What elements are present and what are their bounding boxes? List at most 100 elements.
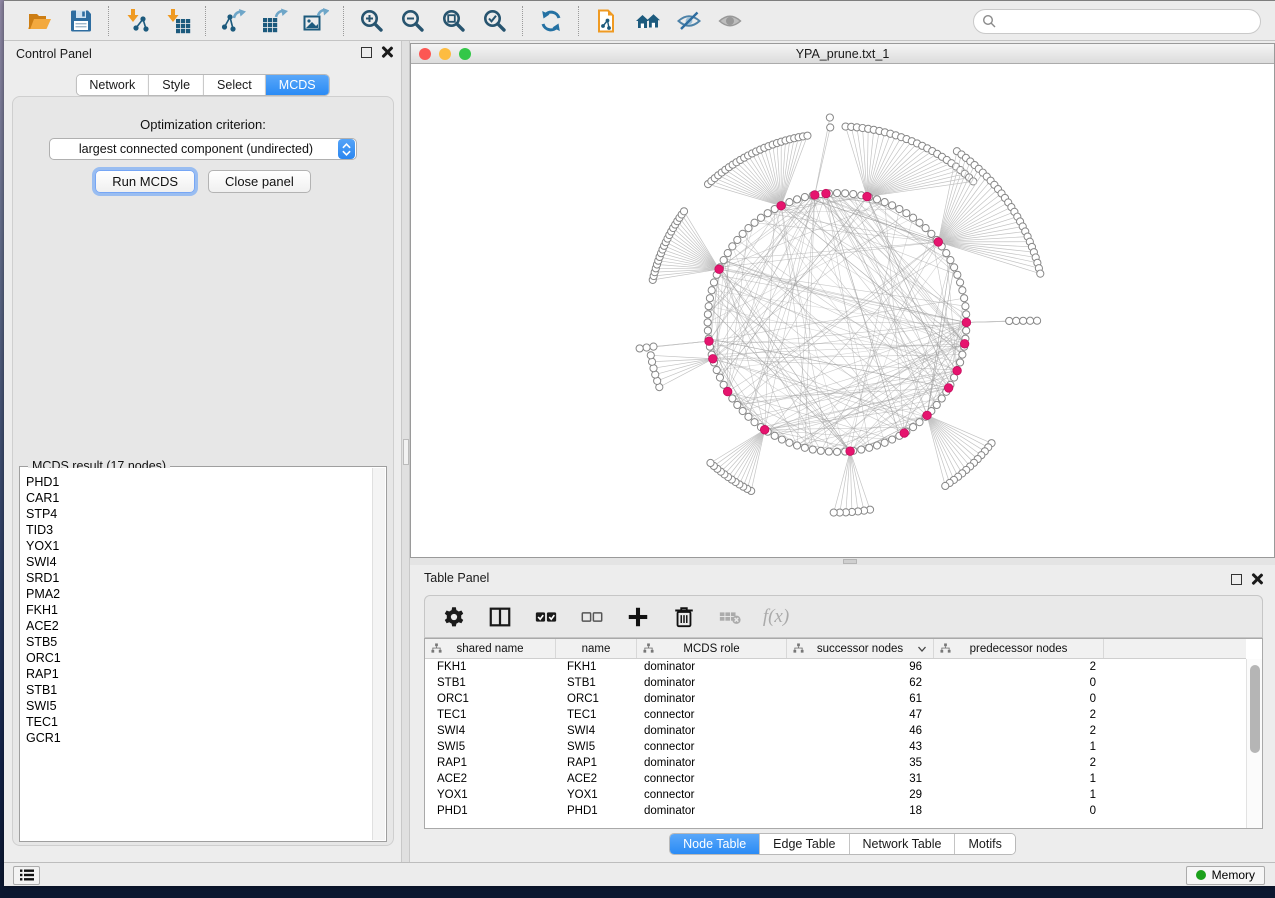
export-image-icon[interactable] [302,7,329,34]
table-row[interactable]: RAP1RAP1dominator352 [425,755,1246,771]
refresh-icon[interactable] [537,7,564,34]
table-cell: 18 [787,803,934,819]
save-session-icon[interactable] [67,7,94,34]
close-panel-button[interactable]: Close panel [208,170,311,193]
column-header-predecessor-nodes[interactable]: predecessor nodes [934,639,1104,658]
table-body: FKH1FKH1dominator962STB1STB1dominator620… [425,659,1246,828]
table-row[interactable]: STB1STB1dominator620 [425,675,1246,691]
open-session-icon[interactable] [26,7,53,34]
column-label: MCDS role [683,643,739,655]
list-item[interactable]: STB5 [26,634,372,650]
tab-motifs[interactable]: Motifs [954,834,1014,854]
close-table-panel-icon[interactable] [1251,573,1263,585]
table-cell: 2 [934,659,1104,675]
column-view-icon[interactable] [487,604,513,630]
list-item[interactable]: CAR1 [26,490,372,506]
float-panel-icon[interactable] [361,47,372,58]
list-item[interactable]: SWI5 [26,698,372,714]
list-item[interactable]: TID3 [26,522,372,538]
tab-style[interactable]: Style [148,75,203,95]
float-table-panel-icon[interactable] [1231,574,1242,585]
memory-button[interactable]: Memory [1186,866,1265,885]
table-cell: 35 [787,755,934,771]
list-item[interactable]: STB1 [26,682,372,698]
optimization-criterion-value: largest connected component (undirected) [50,142,338,156]
hide-annotations-icon[interactable] [675,7,702,34]
network-titlebar[interactable]: YPA_prune.txt_1 [411,44,1274,64]
horizontal-splitter-handle[interactable] [843,559,857,564]
list-item[interactable]: ORC1 [26,650,372,666]
horizontal-splitter[interactable] [410,558,1275,565]
table-scrollbar[interactable] [1246,659,1262,828]
panel-divider[interactable] [401,41,410,862]
table-cell: 2 [934,723,1104,739]
optimization-criterion-select[interactable]: largest connected component (undirected) [49,138,357,160]
list-item[interactable]: STP4 [26,506,372,522]
run-mcds-button[interactable]: Run MCDS [95,170,195,193]
mcds-result-scrollbar[interactable] [372,468,385,840]
table-row[interactable]: SWI4SWI4dominator462 [425,723,1246,739]
zoom-out-icon[interactable] [399,7,426,34]
column-header-name[interactable]: name [556,639,637,658]
table-row[interactable]: TEC1TEC1connector472 [425,707,1246,723]
table-cell: 2 [934,755,1104,771]
tab-select[interactable]: Select [203,75,265,95]
tab-node-table[interactable]: Node Table [670,834,759,854]
table-cell: RAP1 [556,755,637,771]
table-row[interactable]: SWI5SWI5connector431 [425,739,1246,755]
table-scrollbar-thumb[interactable] [1250,665,1260,753]
close-panel-icon[interactable] [381,46,393,58]
network-canvas[interactable] [411,64,1274,557]
network-graph[interactable] [411,64,1274,557]
table-row[interactable]: YOX1YOX1connector291 [425,787,1246,803]
tab-mcds[interactable]: MCDS [265,75,329,95]
list-item[interactable]: RAP1 [26,666,372,682]
zoom-in-icon[interactable] [358,7,385,34]
delete-table-icon [717,604,743,630]
add-row-icon[interactable] [625,604,651,630]
select-all-icon[interactable] [533,604,559,630]
delete-row-icon[interactable] [671,604,697,630]
list-item[interactable]: FKH1 [26,602,372,618]
table-cell: 1 [934,771,1104,787]
share-document-icon[interactable] [593,7,620,34]
export-table-icon[interactable] [261,7,288,34]
tab-network-table[interactable]: Network Table [849,834,955,854]
table-cell: dominator [637,659,787,675]
zoom-selected-icon[interactable] [481,7,508,34]
list-item[interactable]: SWI4 [26,554,372,570]
import-network-icon[interactable] [123,7,150,34]
table-cell: SWI4 [556,723,637,739]
column-header-MCDS-role[interactable]: MCDS role [637,639,787,658]
search-box[interactable] [973,9,1261,34]
table-cell: ACE2 [556,771,637,787]
column-header-shared-name[interactable]: shared name [425,639,556,658]
table-row[interactable]: ACE2ACE2connector311 [425,771,1246,787]
search-input[interactable] [997,12,1260,32]
table-row[interactable]: PHD1PHD1dominator180 [425,803,1246,819]
mcds-result-list[interactable]: PHD1CAR1STP4TID3YOX1SWI4SRD1PMA2FKH1ACE2… [21,468,372,840]
list-item[interactable]: TEC1 [26,714,372,730]
list-item[interactable]: YOX1 [26,538,372,554]
list-item[interactable]: PHD1 [26,474,372,490]
home-networks-icon[interactable] [634,7,661,34]
zoom-fit-icon[interactable] [440,7,467,34]
export-network-icon[interactable] [220,7,247,34]
table-cell: 31 [787,771,934,787]
panel-divider-handle[interactable] [403,439,409,465]
select-stepper-icon [338,139,355,159]
tab-network[interactable]: Network [76,75,148,95]
import-table-icon[interactable] [164,7,191,34]
list-item[interactable]: SRD1 [26,570,372,586]
list-item[interactable]: PMA2 [26,586,372,602]
tab-edge-table[interactable]: Edge Table [759,834,848,854]
table-row[interactable]: FKH1FKH1dominator962 [425,659,1246,675]
list-item[interactable]: ACE2 [26,618,372,634]
control-panel-tabs: NetworkStyleSelectMCDS [75,74,329,96]
settings-icon[interactable] [441,604,467,630]
show-panel-button[interactable] [13,866,40,885]
table-row[interactable]: ORC1ORC1dominator610 [425,691,1246,707]
list-item[interactable]: GCR1 [26,730,372,746]
column-header-successor-nodes[interactable]: successor nodes [787,639,934,658]
clear-selection-icon[interactable] [579,604,605,630]
